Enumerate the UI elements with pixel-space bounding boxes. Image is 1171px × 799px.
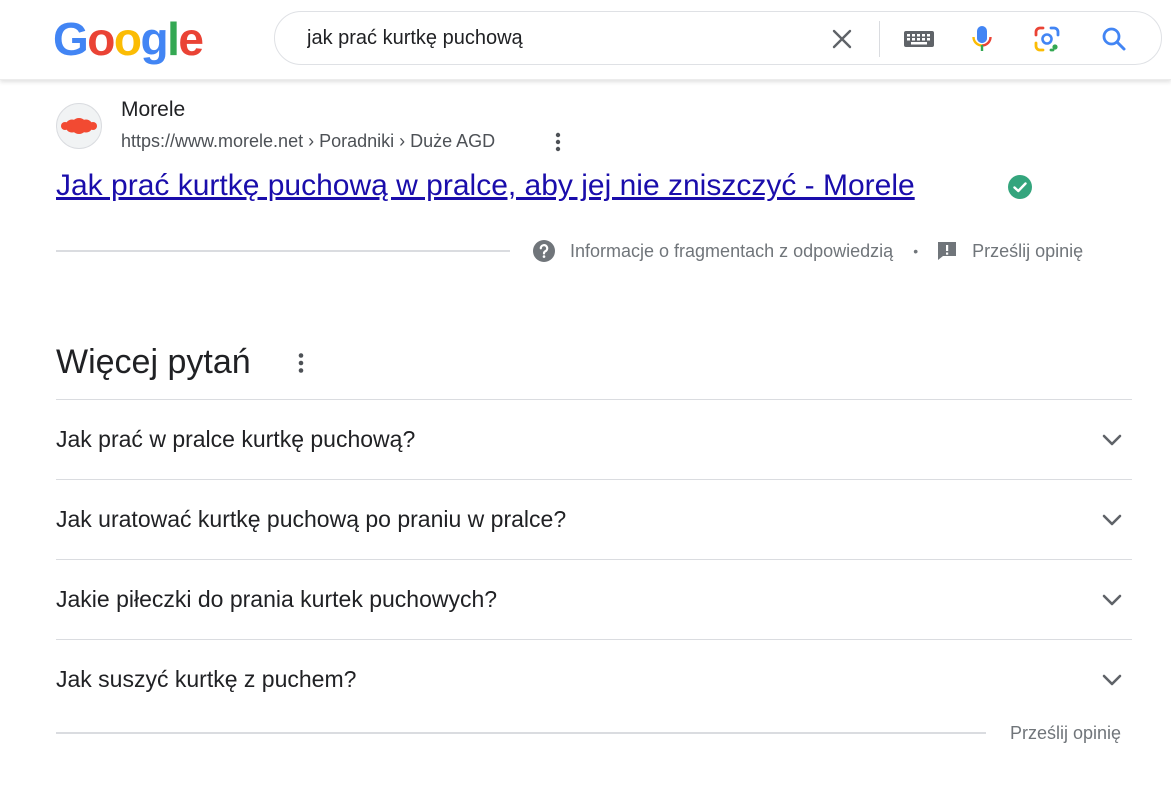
chevron-down-icon xyxy=(1102,674,1122,686)
search-divider xyxy=(879,21,880,57)
divider xyxy=(56,732,986,734)
question-text: Jakie piłeczki do prania kurtek puchowyc… xyxy=(56,586,498,612)
clear-icon[interactable] xyxy=(827,24,857,54)
more-questions-list: Jak prać w pralce kurtkę puchową? Jak ur… xyxy=(56,399,1132,719)
question-item[interactable]: Jak suszyć kurtkę z puchem? xyxy=(56,639,1132,719)
question-item[interactable]: Jakie piłeczki do prania kurtek puchowyc… xyxy=(56,559,1132,639)
help-icon[interactable] xyxy=(532,239,556,263)
search-icon[interactable] xyxy=(1099,24,1129,54)
result-title-link[interactable]: Jak prać kurtkę puchową w pralce, aby je… xyxy=(56,167,915,205)
google-logo[interactable]: Google xyxy=(53,12,204,66)
snippet-footer: Informacje o fragmentach z odpowiedzią •… xyxy=(532,237,1083,265)
logo-letter: l xyxy=(167,13,180,65)
keyboard-icon[interactable] xyxy=(902,24,936,54)
site-url-breadcrumb[interactable]: https://www.morele.net › Poradniki › Duż… xyxy=(121,129,495,153)
chevron-down-icon xyxy=(1102,514,1122,526)
search-header: Google xyxy=(0,0,1171,80)
snippet-info-link[interactable]: Informacje o fragmentach z odpowiedzią xyxy=(570,241,893,262)
logo-letter: e xyxy=(178,13,204,65)
more-questions-title: Więcej pytań xyxy=(56,343,251,381)
question-item[interactable]: Jak uratować kurtkę puchową po praniu w … xyxy=(56,479,1132,559)
morele-favicon[interactable] xyxy=(56,103,102,149)
site-name[interactable]: Morele xyxy=(121,97,185,123)
question-item[interactable]: Jak prać w pralce kurtkę puchową? xyxy=(56,399,1132,479)
logo-letter: o xyxy=(87,13,115,65)
feedback-link[interactable]: Prześlij opinię xyxy=(972,241,1083,262)
question-text: Jak uratować kurtkę puchową po praniu w … xyxy=(56,506,567,532)
search-results-page: Google jak prać kurtkę puchową Morele ht… xyxy=(0,0,1171,799)
search-input[interactable] xyxy=(307,12,807,64)
logo-letter: o xyxy=(113,13,142,65)
question-text: Jak suszyć kurtkę z puchem? xyxy=(56,666,357,692)
feedback-icon[interactable] xyxy=(936,240,958,262)
question-text: Jak prać w pralce kurtkę puchową? xyxy=(56,426,416,452)
divider xyxy=(56,250,510,252)
more-options-icon[interactable] xyxy=(548,128,568,156)
microphone-icon[interactable] xyxy=(967,24,997,54)
feedback-link[interactable]: Prześlij opinię xyxy=(1010,720,1121,746)
google-lens-icon[interactable] xyxy=(1032,24,1062,54)
logo-letter: G xyxy=(53,13,89,65)
chevron-down-icon xyxy=(1102,594,1122,606)
more-options-icon[interactable] xyxy=(290,348,312,378)
verified-check-icon xyxy=(1008,175,1032,199)
logo-letter: g xyxy=(140,13,169,65)
chevron-down-icon xyxy=(1102,434,1122,446)
search-box xyxy=(274,11,1162,65)
separator-dot: • xyxy=(913,243,919,259)
